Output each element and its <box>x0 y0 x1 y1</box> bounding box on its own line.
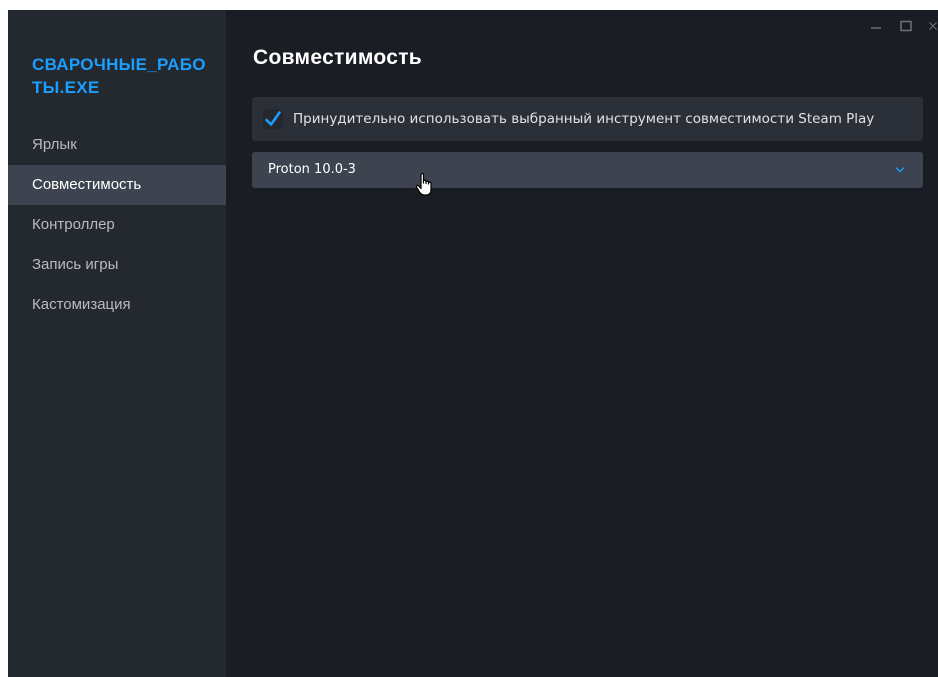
sidebar-nav: Ярлык Совместимость Контроллер Запись иг… <box>8 125 226 325</box>
sidebar-item-shortcut[interactable]: Ярлык <box>8 125 226 165</box>
force-compat-label: Принудительно использовать выбранный инс… <box>293 111 875 127</box>
compat-tool-dropdown[interactable]: Proton 10.0-3 <box>252 152 923 188</box>
properties-window: СВАРОЧНЫЕ_РАБОТЫ.EXE Ярлык Совместимость… <box>8 10 938 677</box>
minimize-icon <box>871 27 881 29</box>
maximize-icon <box>900 20 912 32</box>
maximize-button[interactable] <box>898 18 914 34</box>
close-button[interactable] <box>928 18 938 34</box>
force-compat-row[interactable]: Принудительно использовать выбранный инс… <box>252 97 923 141</box>
compat-tool-selected: Proton 10.0-3 <box>268 162 356 177</box>
game-title: СВАРОЧНЫЕ_РАБОТЫ.EXE <box>32 55 206 97</box>
sidebar-item-customization[interactable]: Кастомизация <box>8 285 226 325</box>
page-title: Совместимость <box>253 46 423 69</box>
sidebar-item-controller[interactable]: Контроллер <box>8 205 226 245</box>
minimize-button[interactable] <box>868 18 884 34</box>
chevron-down-icon <box>895 167 905 173</box>
hand-pointer-cursor-icon <box>415 173 432 196</box>
checkmark-icon <box>265 111 281 126</box>
sidebar: СВАРОЧНЫЕ_РАБОТЫ.EXE Ярлык Совместимость… <box>8 10 226 677</box>
sidebar-item-game-recording[interactable]: Запись игры <box>8 245 226 285</box>
close-icon <box>929 22 937 30</box>
sidebar-item-compatibility[interactable]: Совместимость <box>8 165 226 205</box>
window-controls <box>868 16 938 36</box>
main-panel: Совместимость Принудительно использовать… <box>226 10 938 677</box>
force-compat-checkbox[interactable] <box>263 109 283 129</box>
